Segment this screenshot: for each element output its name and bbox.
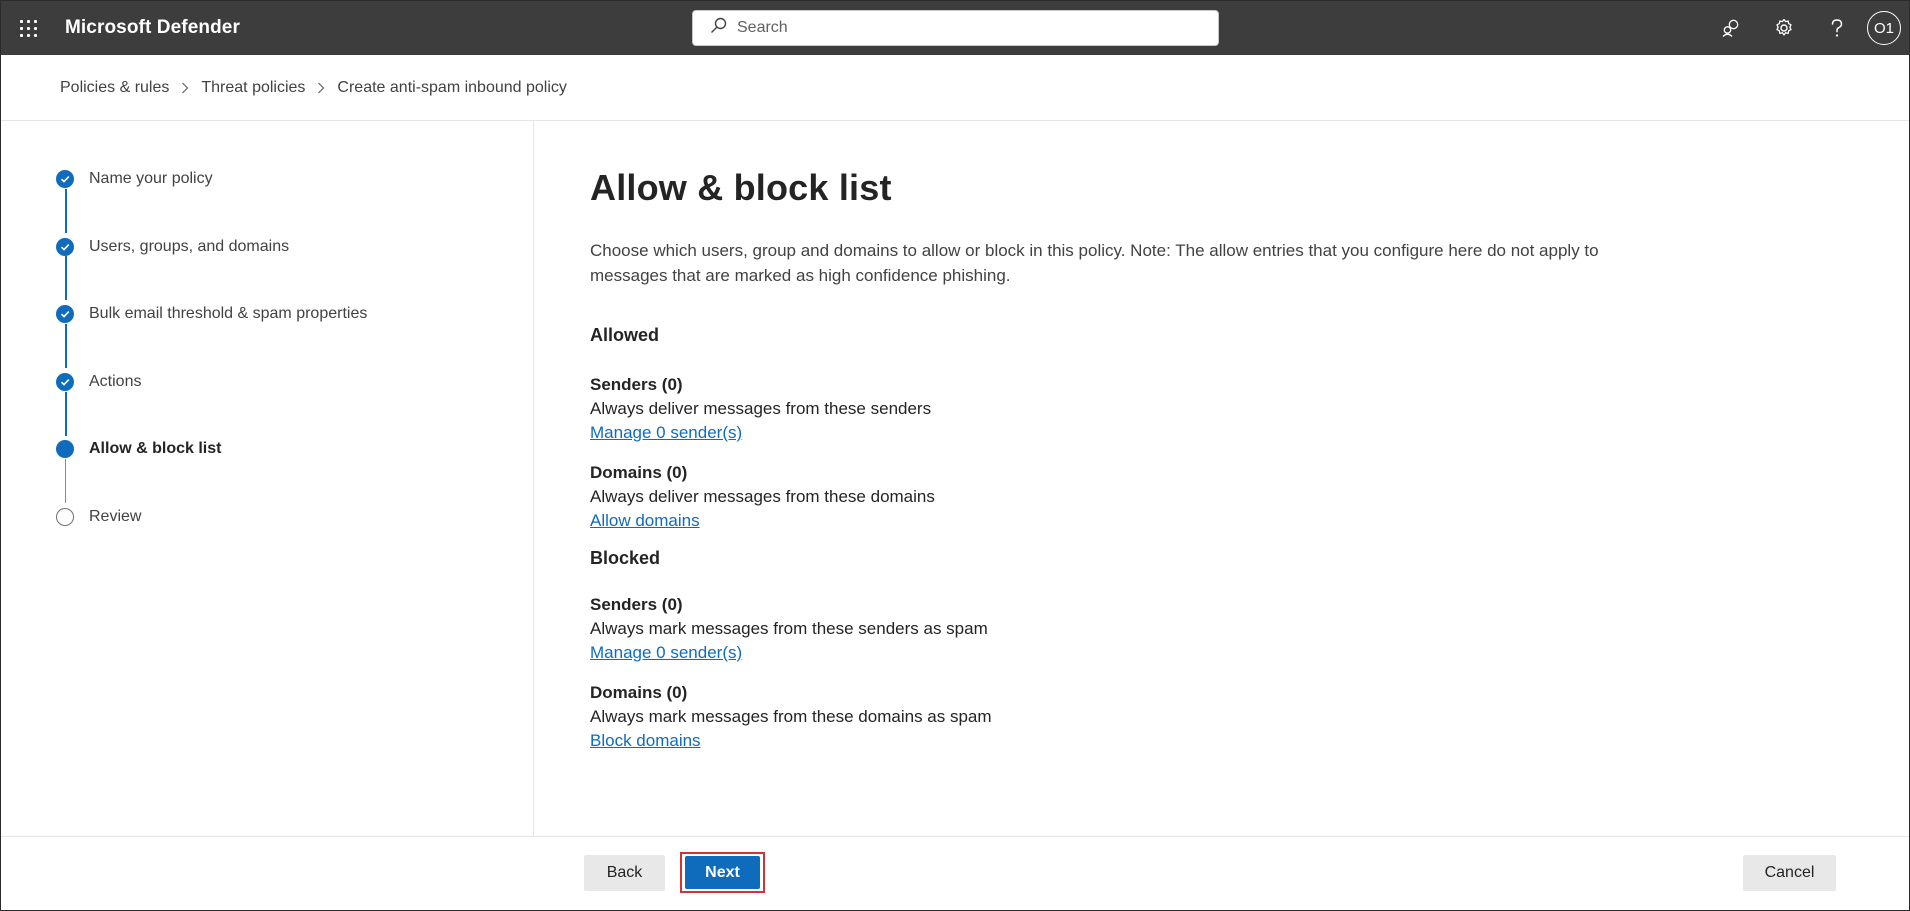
allowed-heading: Allowed bbox=[590, 325, 660, 345]
section-description: Always deliver messages from these sende… bbox=[590, 399, 932, 418]
checkmark-icon bbox=[56, 170, 74, 188]
section-description: Always mark messages from these domains … bbox=[590, 707, 992, 726]
page-description: Choose which users, group and domains to… bbox=[590, 241, 1599, 285]
next-button[interactable]: Next bbox=[685, 856, 760, 889]
section-title: Domains (0) bbox=[590, 463, 688, 482]
allowed-domains-section: Domains (0) Always deliver messages from… bbox=[590, 461, 1909, 533]
step-connector bbox=[65, 459, 66, 503]
manage-allowed-senders-link[interactable]: Manage 0 sender(s) bbox=[590, 421, 742, 445]
block-domains-link[interactable]: Block domains bbox=[590, 729, 701, 753]
top-bar: Microsoft Defender Search O1 bbox=[1, 1, 1909, 55]
blocked-domains-section: Domains (0) Always mark messages from th… bbox=[590, 681, 1909, 753]
app-window: Microsoft Defender Search O1 Policies & … bbox=[1, 1, 1909, 910]
search-box[interactable] bbox=[692, 10, 1219, 46]
step-label: Review bbox=[89, 508, 142, 525]
section-title: Domains (0) bbox=[590, 683, 688, 702]
step-label: Actions bbox=[89, 373, 142, 390]
chevron-right-icon bbox=[317, 82, 325, 94]
blocked-heading: Blocked bbox=[590, 548, 661, 568]
manage-blocked-senders-link[interactable]: Manage 0 sender(s) bbox=[590, 641, 742, 665]
step-connector bbox=[65, 189, 67, 233]
step-connector bbox=[65, 392, 67, 436]
wizard-footer: Back Next Cancel bbox=[1, 836, 1909, 910]
checkmark-icon bbox=[56, 238, 74, 256]
step-users-groups-domains[interactable]: Users, groups, and domains bbox=[56, 235, 289, 259]
chevron-right-icon bbox=[181, 82, 189, 94]
next-button-highlight: Next bbox=[680, 852, 765, 893]
community-icon[interactable] bbox=[1704, 1, 1757, 55]
content-pane: Allow & block list Choose which users, g… bbox=[534, 121, 1909, 836]
top-bar-actions: O1 bbox=[1704, 1, 1909, 55]
section-description: Always mark messages from these senders … bbox=[590, 619, 988, 638]
avatar[interactable]: O1 bbox=[1867, 11, 1901, 45]
cancel-button[interactable]: Cancel bbox=[1743, 855, 1836, 891]
help-icon[interactable] bbox=[1810, 1, 1863, 55]
section-title: Senders (0) bbox=[590, 375, 683, 394]
step-label: Allow & block list bbox=[89, 440, 222, 457]
search-icon bbox=[710, 17, 727, 39]
section-title: Senders (0) bbox=[590, 595, 683, 614]
step-review[interactable]: Review bbox=[56, 505, 141, 529]
step-connector bbox=[65, 256, 67, 300]
allow-domains-link[interactable]: Allow domains bbox=[590, 509, 700, 533]
step-actions[interactable]: Actions bbox=[56, 370, 141, 394]
step-allow-block-list[interactable]: Allow & block list bbox=[56, 437, 221, 461]
breadcrumb-threat-policies[interactable]: Threat policies bbox=[201, 79, 305, 97]
empty-circle-icon bbox=[56, 508, 74, 526]
step-label: Bulk email threshold & spam properties bbox=[89, 305, 368, 322]
gear-icon[interactable] bbox=[1757, 1, 1810, 55]
step-bulk-email-threshold[interactable]: Bulk email threshold & spam properties bbox=[56, 302, 367, 326]
back-button[interactable]: Back bbox=[584, 855, 665, 891]
wizard-steps: Name your policy Users, groups, and doma… bbox=[1, 121, 534, 836]
step-label: Users, groups, and domains bbox=[89, 238, 290, 255]
page-title: Allow & block list bbox=[590, 167, 892, 208]
checkmark-icon bbox=[56, 373, 74, 391]
breadcrumb-current-page: Create anti-spam inbound policy bbox=[337, 78, 567, 96]
breadcrumb: Policies & rules Threat policies Create … bbox=[1, 55, 1909, 121]
waffle-icon[interactable] bbox=[1, 1, 55, 55]
step-connector bbox=[65, 324, 67, 368]
search-input[interactable] bbox=[737, 19, 1197, 37]
section-description: Always deliver messages from these domai… bbox=[590, 487, 935, 506]
blocked-senders-section: Senders (0) Always mark messages from th… bbox=[590, 593, 1909, 665]
app-title[interactable]: Microsoft Defender bbox=[65, 17, 240, 39]
breadcrumb-policies-rules[interactable]: Policies & rules bbox=[60, 79, 169, 97]
step-name-your-policy[interactable]: Name your policy bbox=[56, 167, 213, 191]
allowed-senders-section: Senders (0) Always deliver messages from… bbox=[590, 373, 1909, 445]
checkmark-icon bbox=[56, 305, 74, 323]
current-step-dot-icon bbox=[56, 440, 74, 458]
step-label: Name your policy bbox=[89, 170, 213, 187]
wizard-main: Name your policy Users, groups, and doma… bbox=[1, 121, 1909, 836]
